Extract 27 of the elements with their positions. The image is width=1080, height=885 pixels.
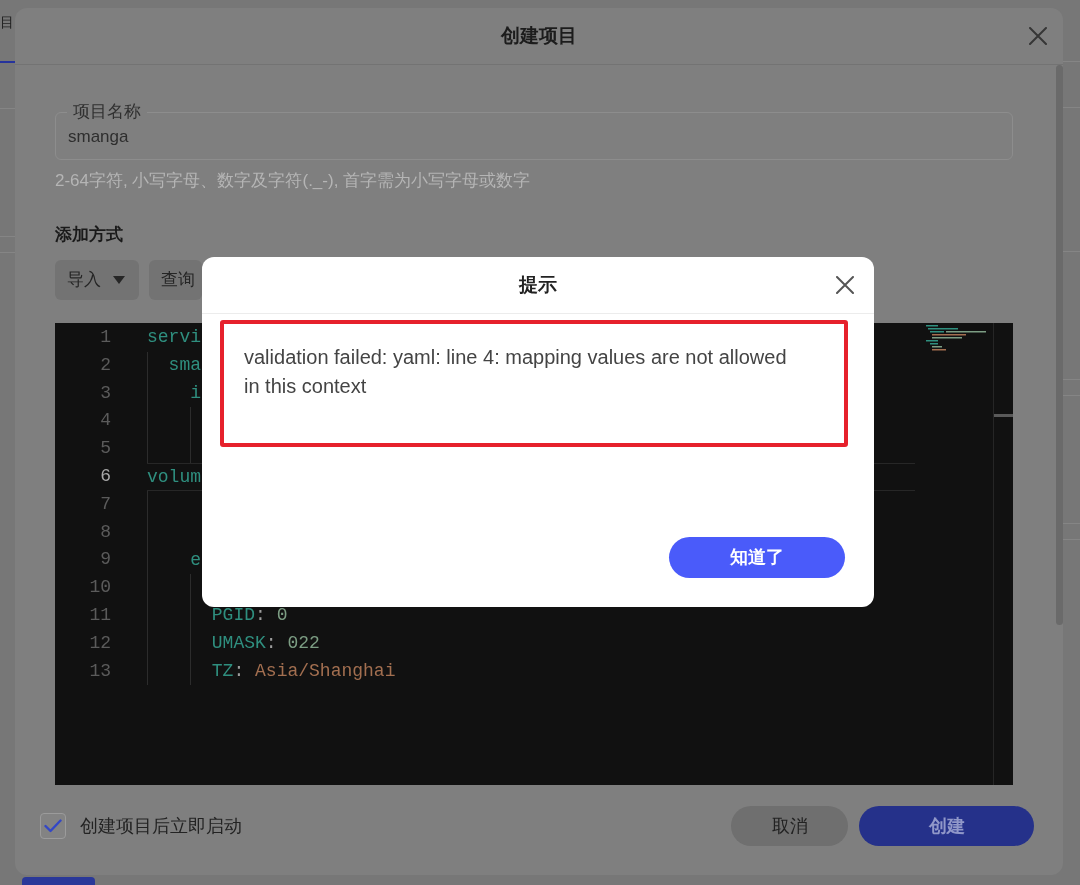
line-number: 3 <box>100 382 111 403</box>
line-number: 12 <box>89 632 111 653</box>
line-number: 10 <box>89 577 111 598</box>
code-line: e <box>190 549 202 570</box>
code-line: PGID: 0 <box>211 605 288 626</box>
line-number: 5 <box>100 438 111 459</box>
dialog-title: 创建项目 <box>499 23 578 48</box>
code-line: UMASK: 022 <box>211 633 320 653</box>
line-number: 11 <box>89 604 111 625</box>
line-number: 2 <box>100 354 111 375</box>
line-number: 9 <box>100 549 111 570</box>
line-number: 8 <box>100 521 111 542</box>
code-line: i <box>190 382 202 403</box>
alert-title: 提示 <box>517 272 558 297</box>
alert-message: validation failed: yaml: line 4: mapping values are not allowed in this context <box>244 345 788 399</box>
line-number: 1 <box>100 327 111 347</box>
line-number: 6 <box>100 466 111 486</box>
field-label: 项目名称 <box>72 102 142 122</box>
line-number: 4 <box>100 410 111 431</box>
code-line: sma <box>168 355 201 376</box>
section-title: 添加方式 <box>55 224 124 246</box>
line-number: 13 <box>89 660 111 681</box>
code-line: servi <box>147 327 201 348</box>
code-line: volum <box>147 467 201 488</box>
line-number: 7 <box>100 493 111 514</box>
checkbox-label: 创建项目后立即启动 <box>80 814 242 838</box>
code-line: TZ: Asia/Shanghai <box>211 660 396 681</box>
